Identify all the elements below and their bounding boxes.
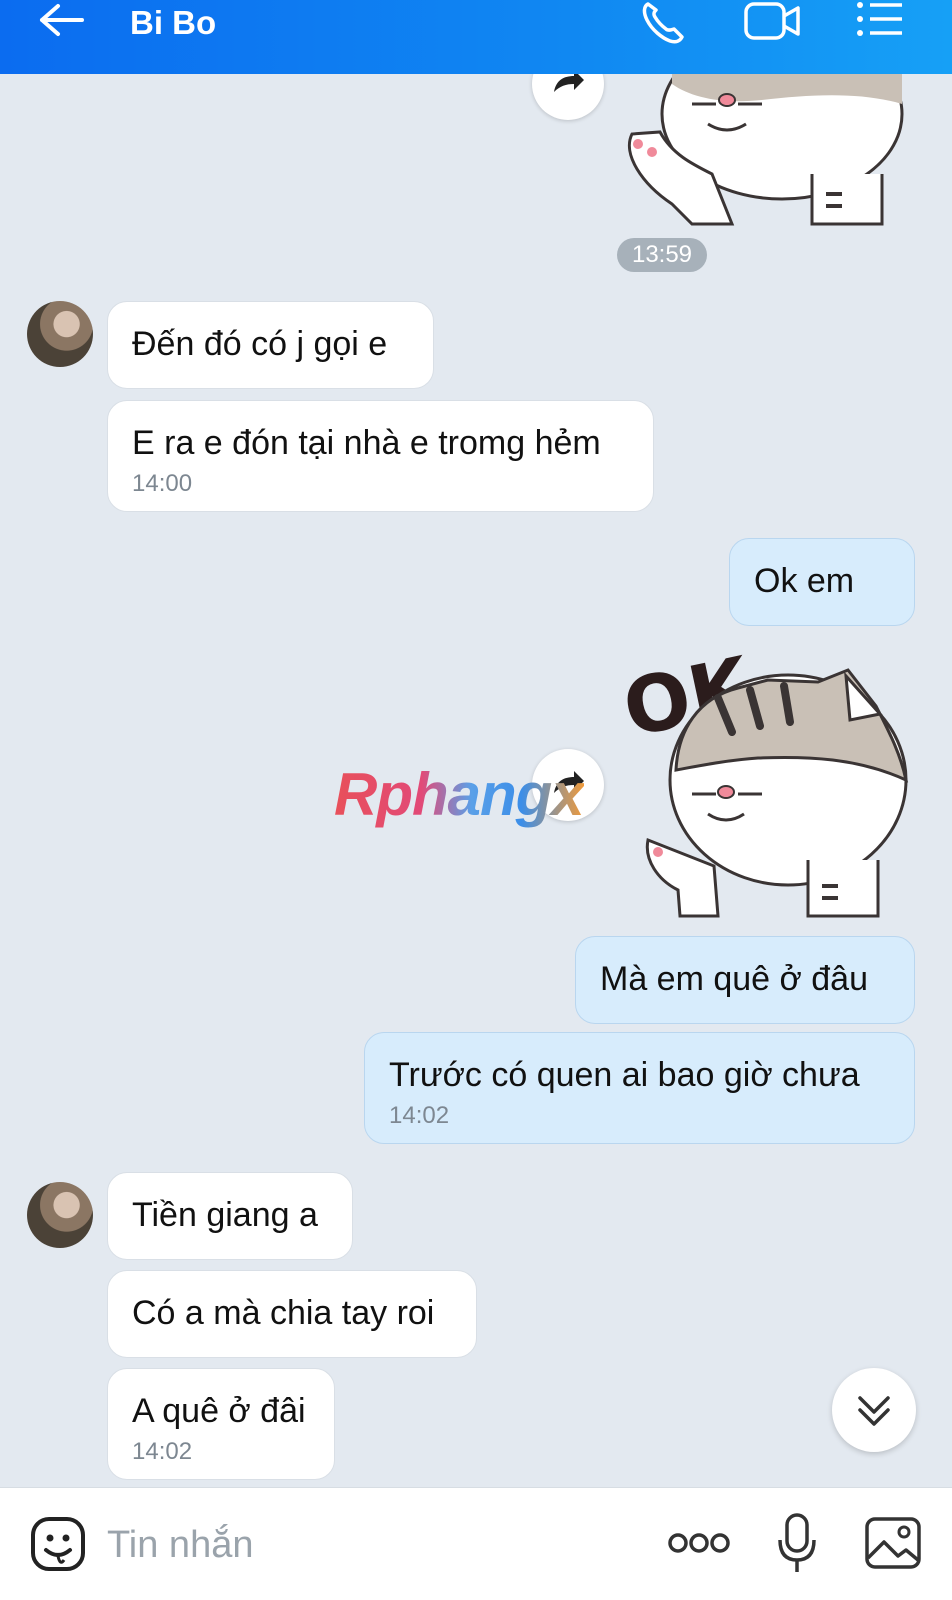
phone-icon xyxy=(642,2,684,44)
message-text: Đến đó có j gọi e xyxy=(132,325,388,363)
message-list[interactable]: 13:59 Đến đó có j gọi e E ra e đón tại n… xyxy=(0,74,952,1487)
message-bubble[interactable]: Mà em quê ở đâu xyxy=(575,936,915,1024)
message-time: 14:00 xyxy=(132,469,193,497)
back-arrow-icon xyxy=(40,4,84,36)
message-bubble[interactable]: Tiền giang a xyxy=(107,1172,353,1260)
message-time: 14:02 xyxy=(389,1101,450,1129)
forward-button[interactable] xyxy=(532,74,604,120)
message-bubble[interactable]: Ok em xyxy=(729,538,915,626)
time-separator: 13:59 xyxy=(617,238,707,272)
message-bubble[interactable]: Đến đó có j gọi e xyxy=(107,301,434,389)
message-time: 14:02 xyxy=(132,1437,193,1465)
cat-wave-sticker[interactable] xyxy=(612,74,912,234)
message-text: Mà em quê ở đâu xyxy=(600,960,868,998)
contact-avatar[interactable] xyxy=(27,301,93,367)
message-text: Ok em xyxy=(754,562,855,600)
message-bubble[interactable]: E ra e đón tại nhà e tromg hẻm 14:00 xyxy=(107,400,654,512)
emoji-icon xyxy=(31,1517,85,1571)
send-image-button[interactable] xyxy=(864,1514,922,1572)
message-text: Có a mà chia tay roi xyxy=(132,1294,435,1332)
voice-record-button[interactable] xyxy=(776,1512,818,1574)
forward-icon xyxy=(554,74,584,92)
more-options-icon xyxy=(668,1533,730,1553)
message-text: A quê ở đâi xyxy=(132,1392,306,1430)
message-input-bar: Tin nhắn xyxy=(0,1487,952,1600)
more-options-button[interactable] xyxy=(668,1528,730,1558)
watermark: Rphangx xyxy=(334,761,585,828)
cat-ok-sticker[interactable]: OK xyxy=(618,640,918,930)
menu-list-icon xyxy=(857,2,902,36)
message-text: E ra e đón tại nhà e tromg hẻm xyxy=(132,424,601,462)
double-chevron-down-icon xyxy=(858,1396,890,1426)
video-call-button[interactable] xyxy=(742,0,802,44)
message-input[interactable]: Tin nhắn xyxy=(107,1524,253,1567)
chat-header: Bi Bo xyxy=(0,0,952,74)
message-text: Trước có quen ai bao giờ chưa xyxy=(389,1056,860,1094)
message-bubble[interactable]: Trước có quen ai bao giờ chưa 14:02 xyxy=(364,1032,915,1144)
image-icon xyxy=(865,1517,921,1569)
contact-name[interactable]: Bi Bo xyxy=(130,4,216,42)
scroll-to-bottom-button[interactable] xyxy=(832,1368,916,1452)
message-text: Tiền giang a xyxy=(132,1196,318,1234)
message-bubble[interactable]: Có a mà chia tay roi xyxy=(107,1270,477,1358)
emoji-button[interactable] xyxy=(30,1516,86,1572)
voice-call-button[interactable] xyxy=(638,0,692,44)
contact-avatar[interactable] xyxy=(27,1182,93,1248)
microphone-icon xyxy=(778,1513,816,1572)
menu-button[interactable] xyxy=(852,0,906,44)
message-bubble[interactable]: A quê ở đâi 14:02 xyxy=(107,1368,335,1480)
back-button[interactable] xyxy=(36,0,92,44)
video-call-icon xyxy=(744,2,800,40)
